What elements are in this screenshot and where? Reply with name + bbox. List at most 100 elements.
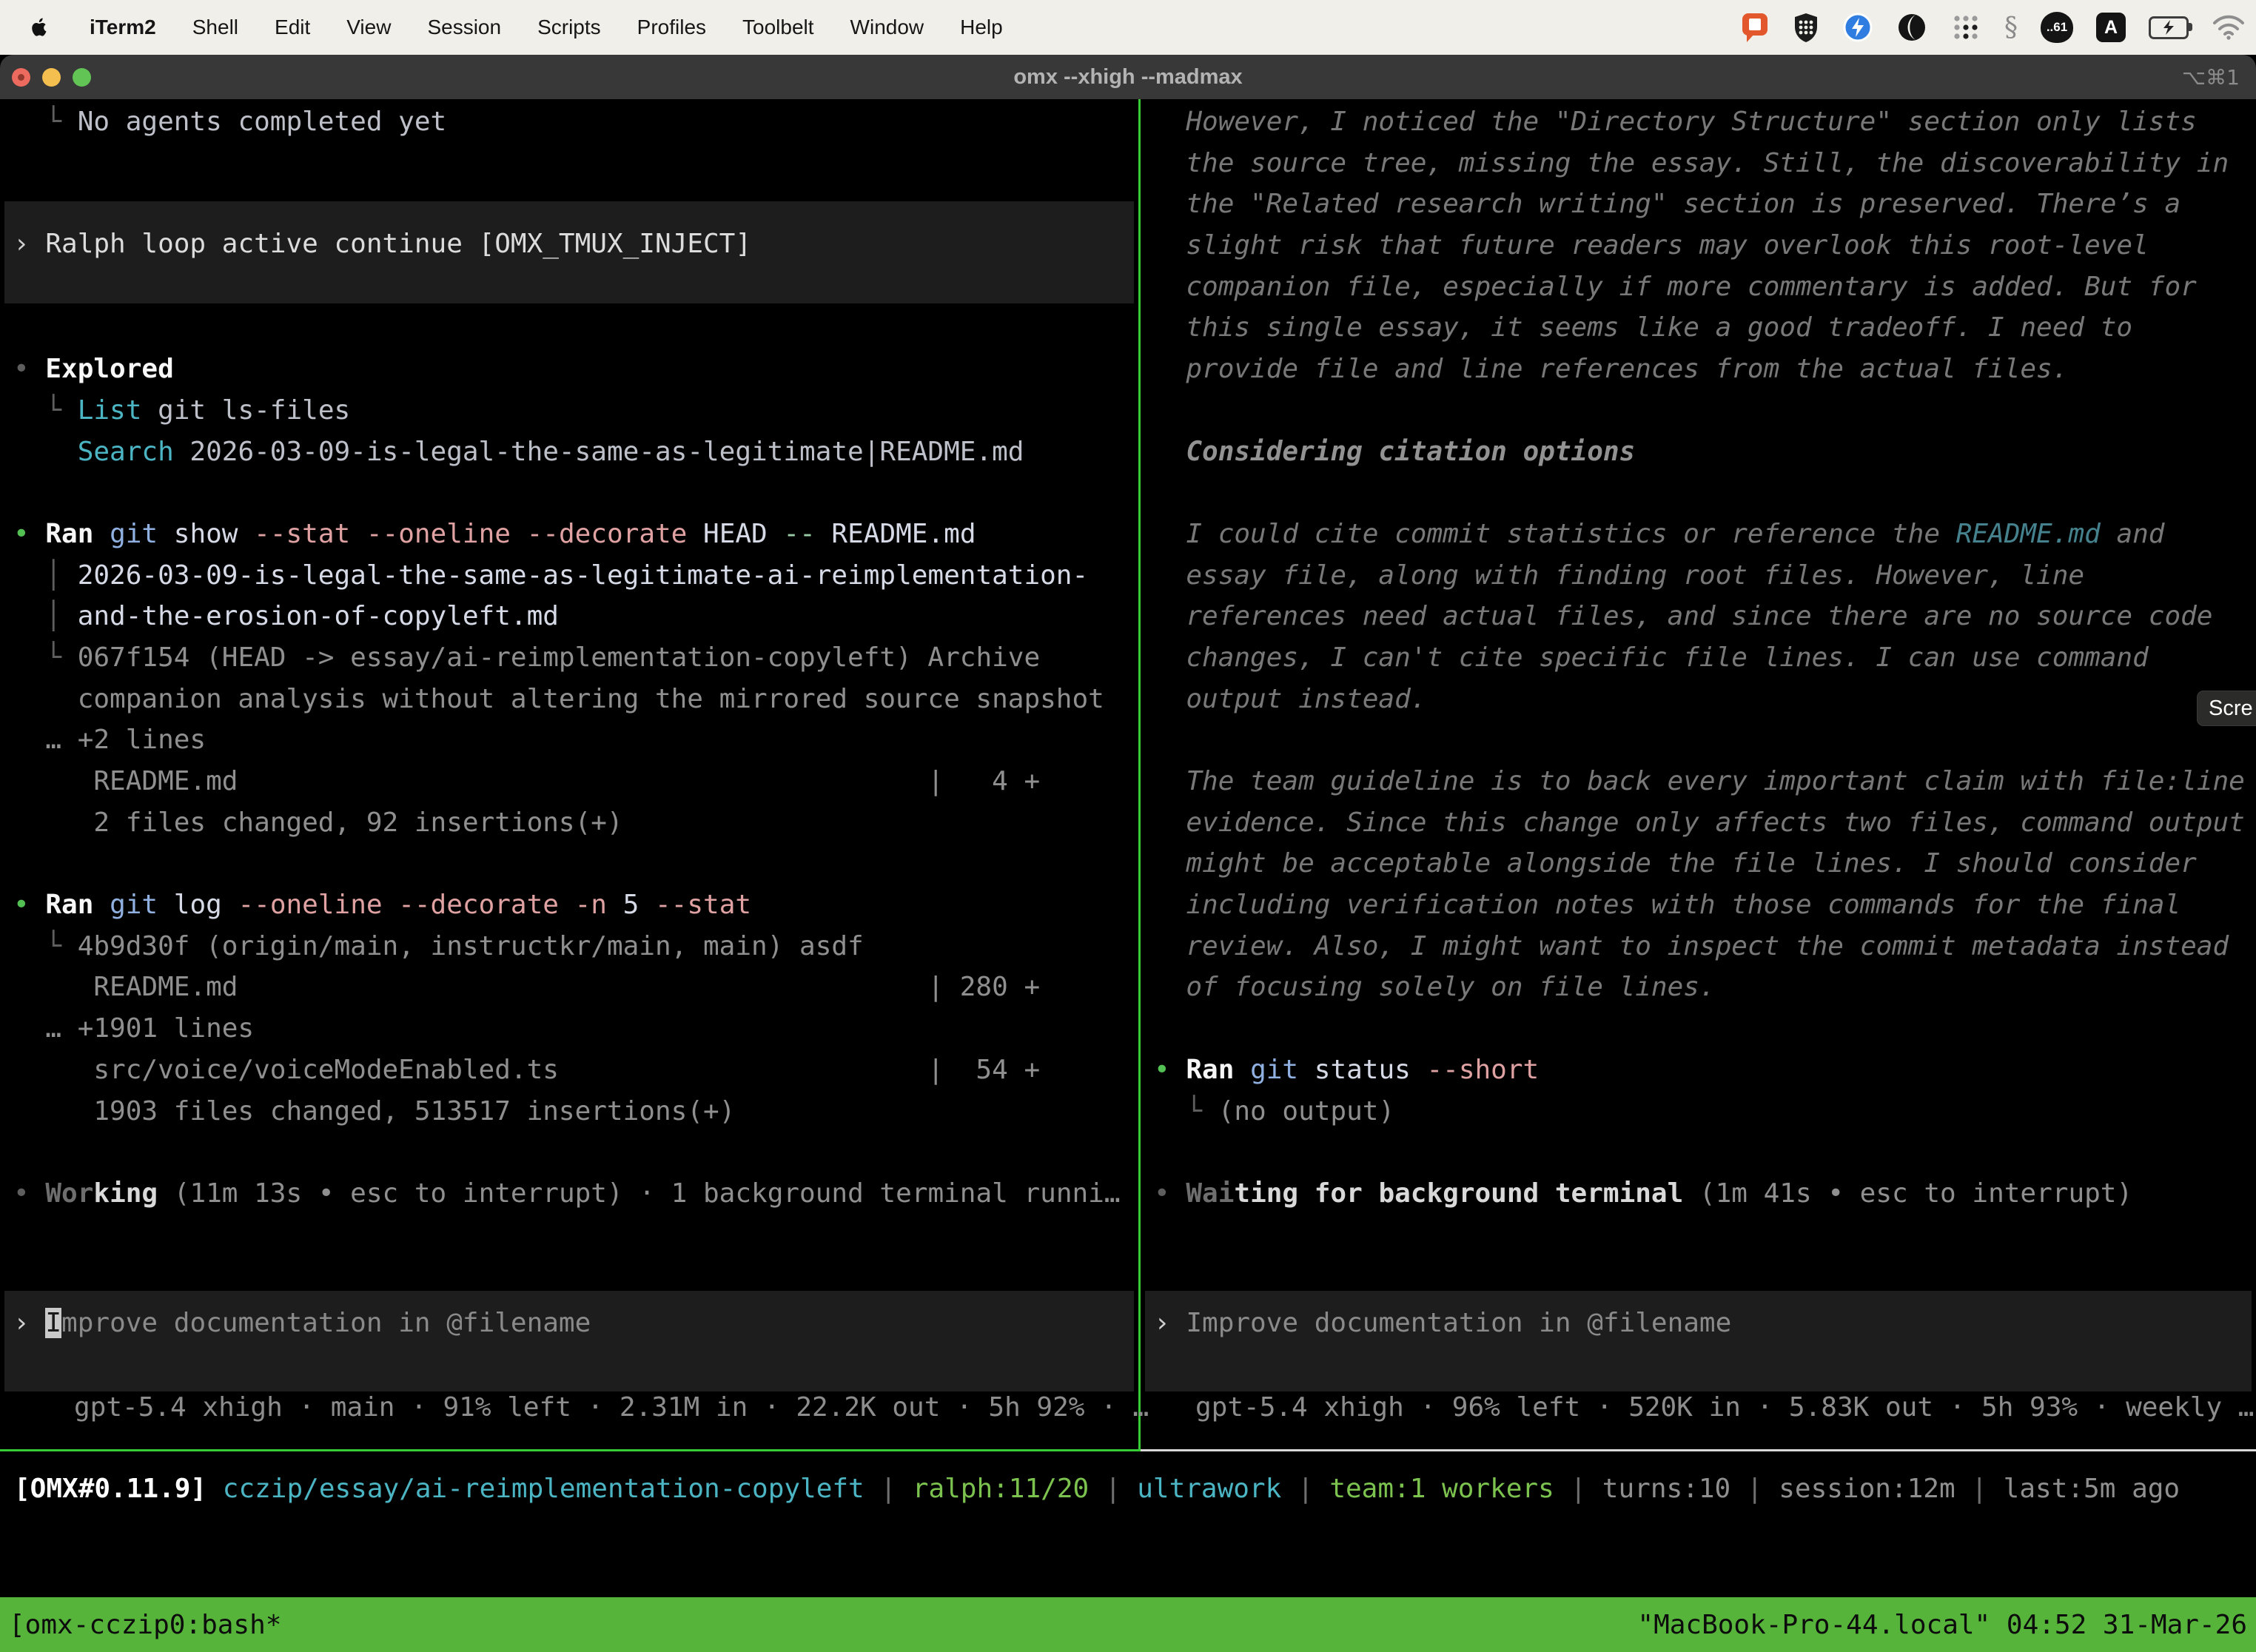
bolt-badge-icon[interactable] — [1842, 10, 1873, 44]
moon-app-icon[interactable] — [1896, 10, 1927, 44]
terminal-line — [1154, 472, 2245, 514]
menu-item-view[interactable]: View — [346, 16, 391, 39]
terminal-line: companion file, especially if more comme… — [1154, 266, 2245, 308]
terminal-line: • Explored — [13, 349, 1121, 390]
terminal-line: │ 2026-03-09-is-legal-the-same-as-legiti… — [13, 555, 1121, 597]
text-segment: I — [45, 1308, 61, 1338]
input-source-badge[interactable]: A — [2096, 13, 2126, 42]
text-segment: 5 — [607, 890, 639, 920]
terminal-line: review. Also, I might want to inspect th… — [1154, 926, 2245, 967]
text-segment: (1m 41s • esc to interrupt) — [1683, 1178, 2132, 1209]
terminal-line: • Ran git show --stat --oneline --decora… — [13, 514, 1121, 555]
menu-item-window[interactable]: Window — [850, 16, 924, 39]
pane-divider[interactable] — [1138, 99, 1141, 1449]
text-segment: • — [1154, 1178, 1186, 1209]
window-title: omx --xhigh --madmax — [0, 65, 2256, 90]
terminal-line — [13, 143, 1121, 184]
terminal-line: provide file and line references from th… — [1154, 349, 2245, 390]
text-segment: | — [1089, 1474, 1137, 1504]
terminal-line: 2 files changed, 92 insertions(+) — [13, 802, 1121, 844]
text-segment: the source tree, missing the essay. Stil… — [1154, 148, 2229, 178]
usage-counter-badge[interactable]: ..61 — [2041, 12, 2073, 43]
tmux-pane-right[interactable]: However, I noticed the "Directory Struct… — [1154, 101, 2245, 1215]
text-segment: the "Related research writing" section i… — [1154, 189, 2181, 219]
text-segment: • — [13, 519, 45, 549]
text-segment: [OMX#0.11.9] — [14, 1474, 207, 1504]
text-segment: Wor — [45, 1178, 93, 1209]
text-segment: last:5m ago — [2004, 1474, 2180, 1504]
text-segment: evidence. Since this change only affects… — [1154, 807, 2245, 838]
squiggle-icon[interactable]: § — [2004, 10, 2018, 44]
text-segment: Ran — [45, 890, 93, 920]
text-segment: Wai — [1186, 1178, 1234, 1209]
text-segment: provide file and line references from th… — [1154, 354, 2068, 384]
text-segment: (11m 13s • esc to interrupt) · 1 backgro… — [158, 1178, 1120, 1209]
terminal-line: • Waiting for background terminal (1m 41… — [1154, 1173, 2245, 1215]
menu-item-edit[interactable]: Edit — [275, 16, 310, 39]
text-segment: --stat --oneline --decorate — [238, 519, 687, 549]
text-segment: show — [158, 519, 238, 549]
terminal-line — [13, 472, 1121, 514]
text-segment: I could cite commit statistics or refere… — [1154, 519, 1956, 549]
terminal-line: README.md | 4 + — [13, 761, 1121, 802]
terminal-line — [13, 307, 1121, 349]
terminal-line: I could cite commit statistics or refere… — [1154, 514, 2245, 555]
menu-item-help[interactable]: Help — [960, 16, 1003, 39]
terminal-line: changes, I can't cite specific file line… — [1154, 637, 2245, 679]
window-title-bar[interactable]: omx --xhigh --madmax ⌥⌘1 — [0, 55, 2256, 99]
input-source-text: A — [2104, 17, 2118, 38]
wifi-icon[interactable] — [2212, 10, 2246, 44]
text-segment — [13, 437, 78, 467]
shield-app-icon[interactable] — [1793, 10, 1819, 44]
text-segment: 2026-03-09-is-legal-the-same-as-legitima… — [174, 437, 1024, 467]
terminal-line: this single essay, it seems like a good … — [1154, 307, 2245, 349]
terminal-line: └ No agents completed yet — [13, 101, 1121, 143]
terminal-line: README.md | 280 + — [13, 967, 1121, 1008]
text-segment: output instead. — [1154, 684, 1426, 714]
screen-tooltip[interactable]: Scre — [2197, 691, 2256, 726]
text-segment: src/voice/voiceModeEnabled.ts | 54 + — [13, 1055, 1040, 1085]
text-segment: • — [1154, 1055, 1186, 1085]
menubar-status-icons: § ..61 A — [1740, 10, 2256, 44]
text-segment: └ — [1154, 1096, 1218, 1126]
menu-item-shell[interactable]: Shell — [192, 16, 238, 39]
text-segment: The team guideline is to back every impo… — [1154, 766, 2245, 796]
terminal-line: might be acceptable alongside the file l… — [1154, 843, 2245, 884]
dots-grid-icon[interactable] — [1950, 10, 1981, 44]
text-segment: | — [1281, 1474, 1329, 1504]
menu-item-toolbelt[interactable]: Toolbelt — [742, 16, 814, 39]
terminal-content[interactable]: └ No agents completed yet• Explored └ Li… — [0, 99, 2256, 1652]
text-segment: -- — [768, 519, 816, 549]
prompt-input-left[interactable]: › Improve documentation in @filename — [4, 1291, 1134, 1391]
prompt-input-right[interactable]: › Improve documentation in @filename — [1145, 1291, 2252, 1391]
terminal-line: Considering citation options — [1154, 432, 2245, 473]
terminal-line: └ (no output) — [1154, 1091, 2245, 1132]
macos-menu-bar: iTerm2 Shell Edit View Session Scripts Profile… — [0, 0, 2256, 55]
text-segment: 1903 files changed, 513517 insertions(+) — [13, 1096, 735, 1126]
terminal-line: … +1901 lines — [13, 1008, 1121, 1050]
apple-menu-icon[interactable] — [28, 13, 53, 42]
text-segment: └ — [13, 642, 78, 673]
menu-item-session[interactable]: Session — [427, 16, 501, 39]
text-segment: --short — [1411, 1055, 1539, 1085]
text-segment: of focusing solely on file lines. — [1154, 972, 1716, 1002]
text-segment: 2026-03-09-is-legal-the-same-as-legitima… — [78, 560, 1088, 591]
battery-icon[interactable] — [2149, 10, 2189, 44]
menu-item-iterm2[interactable]: iTerm2 — [90, 16, 156, 39]
menu-item-profiles[interactable]: Profiles — [637, 16, 706, 39]
text-segment: No agents completed yet — [78, 107, 447, 137]
terminal-line: companion analysis without altering the … — [13, 679, 1121, 720]
text-segment: Search — [78, 437, 174, 467]
terminal-line — [1154, 719, 2245, 761]
chat-app-icon[interactable] — [1740, 10, 1770, 44]
text-segment: ultrawork — [1137, 1474, 1281, 1504]
menu-items: iTerm2 Shell Edit View Session Scripts Profile… — [0, 13, 1003, 42]
text-segment: Ran — [1186, 1055, 1234, 1085]
text-segment: companion analysis without altering the … — [13, 684, 1104, 714]
terminal-line: essay file, along with finding root file… — [1154, 555, 2245, 597]
menu-item-scripts[interactable]: Scripts — [537, 16, 601, 39]
text-segment: │ — [13, 601, 78, 631]
text-segment: … +2 lines — [13, 725, 206, 755]
model-status-left: gpt-5.4 xhigh · main · 91% left · 2.31M … — [74, 1387, 1149, 1428]
terminal-line: │ and-the-erosion-of-copyleft.md — [13, 596, 1121, 637]
